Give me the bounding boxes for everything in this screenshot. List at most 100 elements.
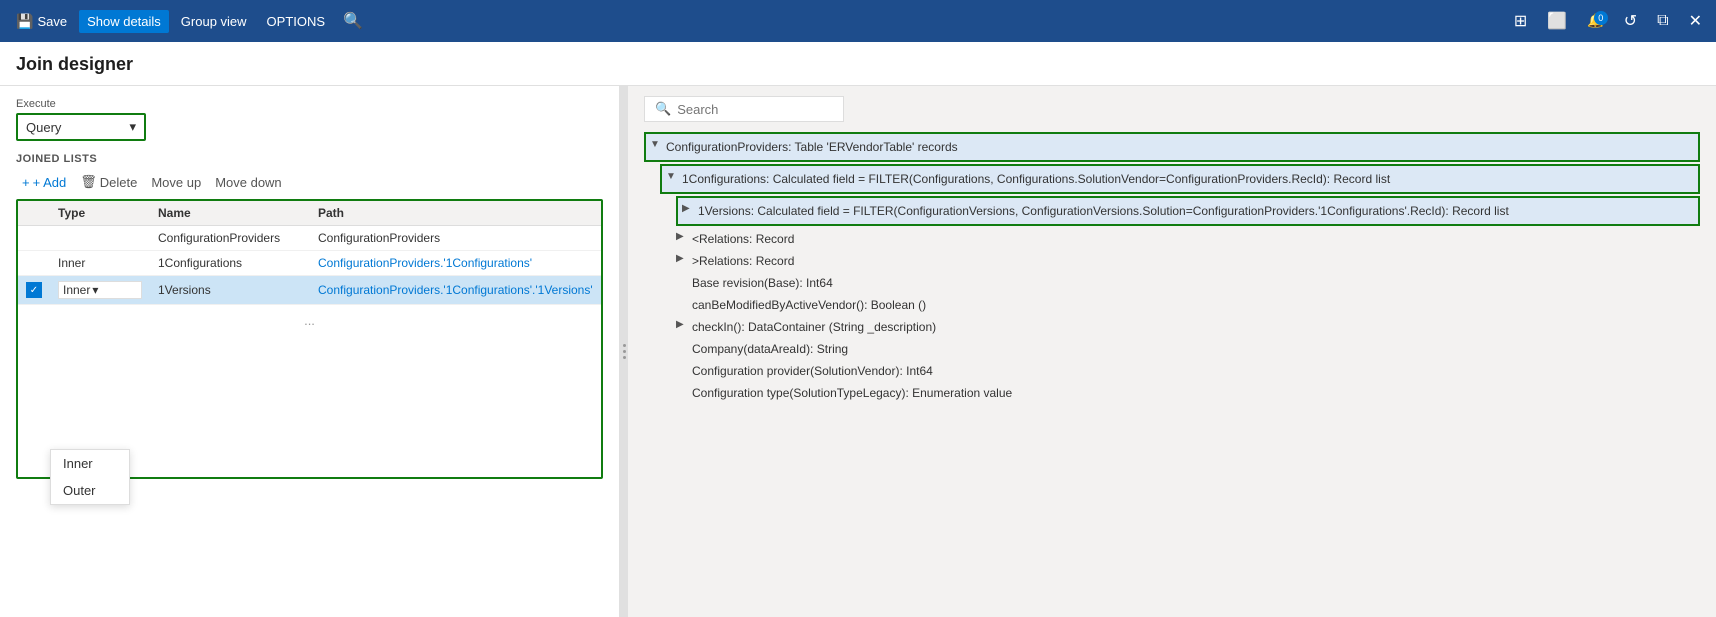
row-check (18, 226, 50, 251)
type-dropdown-popup: Inner Outer (50, 449, 130, 505)
search-icon: 🔍 (655, 101, 671, 117)
tree-row: canBeModifiedByActiveVendor(): Boolean (… (644, 294, 1700, 316)
tree-item-level1[interactable]: ▼ 1Configurations: Calculated field = FI… (660, 164, 1700, 194)
row-type: Inner (50, 251, 150, 276)
tree-row: ▼ ConfigurationProviders: Table 'ERVendo… (650, 136, 1694, 158)
tree-row[interactable]: ▶ >Relations: Record (644, 250, 1700, 272)
tree-node-text: 1Versions: Calculated field = FILTER(Con… (698, 202, 1694, 220)
table-row[interactable]: Inner 1Configurations ConfigurationProvi… (18, 251, 601, 276)
right-panel: 🔍 ▼ ConfigurationProviders: Table 'ERVen… (628, 86, 1716, 617)
toolbar: 💾 Save Show details Group view OPTIONS 🔍… (0, 0, 1716, 42)
joined-lists-label: JOINED LISTS (16, 153, 603, 165)
tree-node-text: checkIn(): DataContainer (String _descri… (692, 318, 1700, 336)
tree-expand-icon[interactable]: ▶ (676, 231, 690, 242)
notification-button[interactable]: 🔔 0 (1581, 9, 1610, 33)
row-type-dropdown[interactable]: Inner ▾ (50, 276, 150, 305)
tree-node-text: >Relations: Record (692, 252, 1700, 270)
tree-expand-icon[interactable]: ▶ (676, 319, 690, 330)
move-down-button[interactable]: Move down (209, 172, 287, 193)
execute-field-group: Execute Query ▾ (16, 98, 603, 141)
refresh-button[interactable]: ↺ (1618, 7, 1643, 35)
row-name: 1Versions (150, 276, 310, 305)
tree-node-text: <Relations: Record (692, 230, 1700, 248)
main-layout: Join designer Execute Query ▾ JOINED LIS… (0, 42, 1716, 617)
type-dropdown[interactable]: Inner ▾ (58, 281, 142, 299)
tree-row: Company(dataAreaId): String (644, 338, 1700, 360)
dropdown-option-outer[interactable]: Outer (51, 477, 129, 504)
table-row[interactable]: ConfigurationProviders ConfigurationProv… (18, 226, 601, 251)
type-dropdown-value: Inner (63, 283, 90, 297)
joined-table: Type Name Path ConfigurationProviders (18, 201, 601, 305)
col-check (18, 201, 50, 226)
tree-row: Configuration provider(SolutionVendor): … (644, 360, 1700, 382)
close-button[interactable]: ✕ (1683, 7, 1708, 35)
tree-expand-icon[interactable]: ▶ (682, 203, 696, 214)
table-row-selected[interactable]: ✓ Inner ▾ 1Versions ConfigurationProvid (18, 276, 601, 305)
row-check-checked: ✓ (18, 276, 50, 305)
group-view-button[interactable]: Group view (173, 10, 255, 33)
delete-icon: 🗑 (80, 174, 97, 190)
tree-row: ▼ 1Configurations: Calculated field = FI… (666, 168, 1694, 190)
delete-button[interactable]: 🗑 Delete (74, 171, 143, 193)
notification-badge-count: 0 (1594, 11, 1608, 25)
tree-node-text: canBeModifiedByActiveVendor(): Boolean (… (692, 296, 1700, 314)
row-path: ConfigurationProviders.'1Configurations' (310, 251, 601, 276)
toolbar-search-button[interactable]: 🔍 (337, 7, 369, 35)
right-panel-inner: 🔍 ▼ ConfigurationProviders: Table 'ERVen… (628, 86, 1716, 617)
tree-node-text: Base revision(Base): Int64 (692, 274, 1700, 292)
tree-collapse-icon[interactable]: ▼ (666, 171, 680, 182)
save-icon: 💾 (16, 13, 33, 30)
tree-collapse-icon[interactable]: ▼ (650, 139, 664, 150)
row-check (18, 251, 50, 276)
tree-node-text: Configuration provider(SolutionVendor): … (692, 362, 1700, 380)
row-type (50, 226, 150, 251)
execute-dropdown-arrow: ▾ (129, 119, 136, 135)
page-header: Join designer (0, 42, 1716, 86)
page-title: Join designer (16, 54, 1700, 75)
move-up-button[interactable]: Move up (145, 172, 207, 193)
save-button[interactable]: 💾 Save (8, 9, 75, 34)
tree-row: Base revision(Base): Int64 (644, 272, 1700, 294)
tree-node-text: 1Configurations: Calculated field = FILT… (682, 170, 1694, 188)
col-type: Type (50, 201, 150, 226)
tree-row: ▶ 1Versions: Calculated field = FILTER(C… (682, 200, 1694, 222)
tree-expand-icon[interactable]: ▶ (676, 253, 690, 264)
options-button[interactable]: OPTIONS (259, 10, 334, 33)
execute-select[interactable]: Query ▾ (16, 113, 146, 141)
table-more: ... (18, 305, 601, 336)
search-bar[interactable]: 🔍 (644, 96, 844, 122)
row-path: ConfigurationProviders.'1Configurations'… (310, 276, 601, 305)
tree-row[interactable]: ▶ <Relations: Record (644, 228, 1700, 250)
type-dropdown-arrow: ▾ (92, 283, 98, 297)
execute-value: Query (26, 120, 61, 135)
checkbox-icon: ✓ (26, 282, 42, 298)
panel-resize-handle[interactable] (620, 86, 628, 617)
tree-item-level2-versions[interactable]: ▶ 1Versions: Calculated field = FILTER(C… (676, 196, 1700, 226)
add-icon: + (22, 175, 30, 190)
left-panel: Execute Query ▾ JOINED LISTS + + Add 🗑 (0, 86, 620, 617)
row-name: 1Configurations (150, 251, 310, 276)
joined-table-wrapper: Type Name Path ConfigurationProviders (16, 199, 603, 479)
tree-node-text: Configuration type(SolutionTypeLegacy): … (692, 384, 1700, 402)
row-path: ConfigurationProviders (310, 226, 601, 251)
data-tree: ▼ ConfigurationProviders: Table 'ERVendo… (644, 132, 1700, 404)
add-button[interactable]: + + Add (16, 172, 72, 193)
tree-node-text: ConfigurationProviders: Table 'ERVendorT… (666, 138, 1694, 156)
execute-label: Execute (16, 98, 603, 110)
toolbar-right-actions: ⊞ ⬜ 🔔 0 ↺ ⧉ ✕ (1508, 7, 1708, 35)
joined-list-actions: + + Add 🗑 Delete Move up Move down (16, 171, 603, 193)
dropdown-option-inner[interactable]: Inner (51, 450, 129, 477)
row-name: ConfigurationProviders (150, 226, 310, 251)
col-name: Name (150, 201, 310, 226)
col-path: Path (310, 201, 601, 226)
tree-node-text: Company(dataAreaId): String (692, 340, 1700, 358)
tree-row[interactable]: ▶ checkIn(): DataContainer (String _desc… (644, 316, 1700, 338)
tree-item-level0[interactable]: ▼ ConfigurationProviders: Table 'ERVendo… (644, 132, 1700, 162)
settings-button[interactable]: ⬜ (1541, 7, 1573, 35)
content-area: Execute Query ▾ JOINED LISTS + + Add 🗑 (0, 86, 1716, 617)
restore-button[interactable]: ⧉ (1651, 8, 1674, 34)
search-input[interactable] (677, 102, 833, 117)
grid-icon-button[interactable]: ⊞ (1508, 7, 1533, 35)
show-details-button[interactable]: Show details (79, 10, 169, 33)
tree-row: Configuration type(SolutionTypeLegacy): … (644, 382, 1700, 404)
